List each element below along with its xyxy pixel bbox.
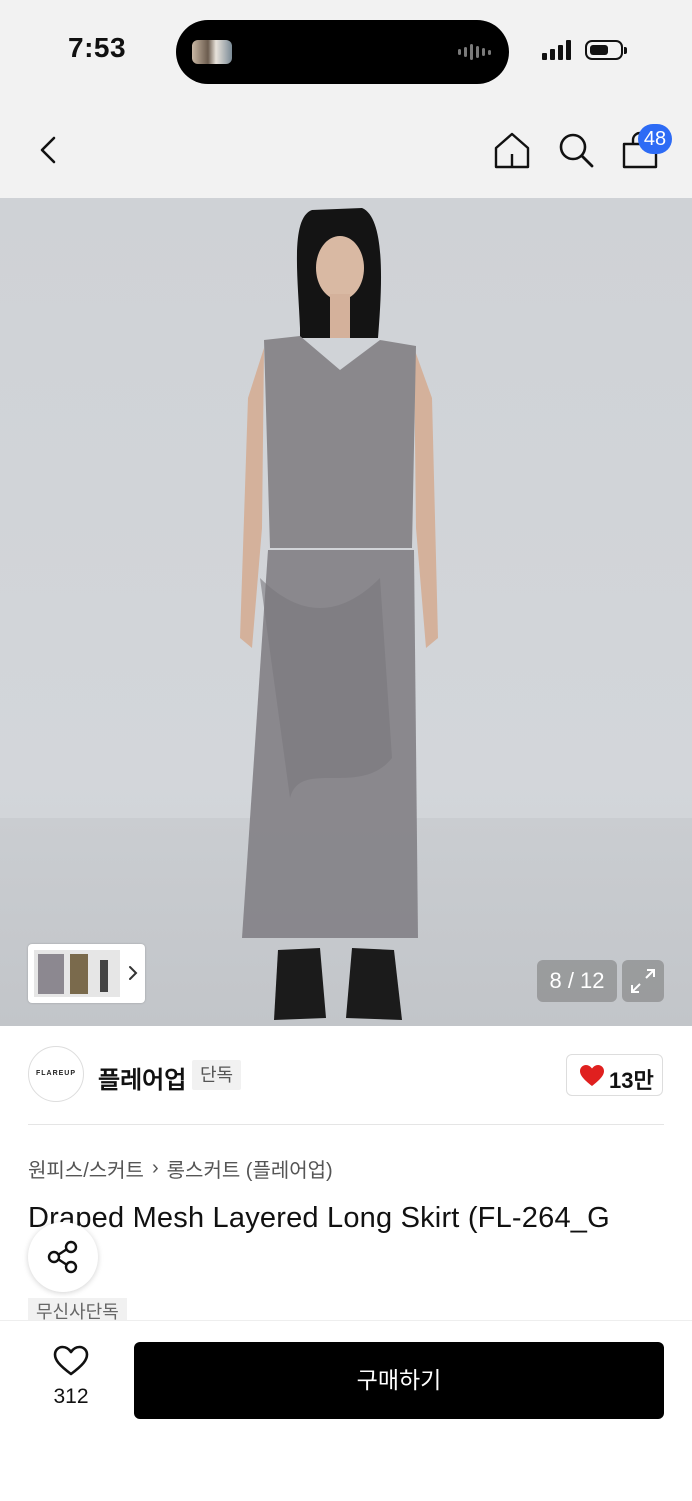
- product-title: Draped Mesh Layered Long Skirt (FL-264_G: [28, 1202, 610, 1234]
- status-time: 7:53: [68, 32, 127, 63]
- brand-like-button[interactable]: 13만: [566, 1054, 663, 1096]
- thumbnail-strip[interactable]: [28, 944, 145, 1003]
- share-icon: [47, 1240, 78, 1274]
- brand-name[interactable]: 플레어업: [98, 1060, 186, 1095]
- heart-outline-icon: [53, 1345, 89, 1376]
- search-icon: [559, 133, 594, 168]
- back-icon: [40, 136, 56, 164]
- wishlist-button[interactable]: 312: [40, 1345, 102, 1415]
- breadcrumb-subcategory[interactable]: 롱스커트 (플레어업): [167, 1154, 333, 1183]
- breadcrumb-category[interactable]: 원피스/스커트: [28, 1154, 144, 1183]
- audio-wave-icon: [458, 44, 491, 60]
- breadcrumb: 원피스/스커트 › 롱스커트 (플레어업): [28, 1154, 333, 1183]
- top-nav: [0, 100, 692, 198]
- signal-icon: [542, 40, 571, 60]
- home-button[interactable]: [492, 130, 532, 170]
- chevron-right-icon: [129, 966, 138, 980]
- back-button[interactable]: [30, 130, 70, 170]
- product-image-gallery[interactable]: [0, 198, 692, 1026]
- thumbnail-preview: [38, 954, 108, 994]
- search-button[interactable]: [556, 130, 596, 170]
- wishlist-count: 312: [53, 1385, 89, 1408]
- bottom-action-bar: 312 구매하기: [0, 1320, 692, 1501]
- gallery-page-indicator: 8 / 12: [537, 960, 617, 1002]
- model-photo: [240, 208, 438, 1020]
- exclusive-tag: 단독: [192, 1060, 242, 1090]
- section-divider: [28, 1124, 664, 1125]
- share-button[interactable]: [28, 1222, 98, 1292]
- expand-icon: [631, 969, 655, 993]
- thumbnail-image[interactable]: [34, 950, 120, 997]
- battery-icon: [585, 40, 627, 60]
- cart-count-badge: 48: [638, 124, 672, 154]
- brand-like-count: 13만: [609, 1068, 654, 1093]
- dynamic-island[interactable]: [176, 20, 509, 84]
- heart-icon: [580, 1065, 604, 1086]
- home-icon: [494, 132, 530, 169]
- musinsa-exclusive-tag: 무신사단독: [28, 1298, 127, 1322]
- buy-button[interactable]: 구매하기: [134, 1342, 664, 1419]
- status-bar: 7:53: [0, 0, 692, 100]
- breadcrumb-separator: ›: [151, 1157, 159, 1179]
- brand-logo[interactable]: FLAREUP: [28, 1046, 84, 1102]
- fullscreen-button[interactable]: [622, 960, 664, 1002]
- now-playing-artwork: [192, 40, 232, 64]
